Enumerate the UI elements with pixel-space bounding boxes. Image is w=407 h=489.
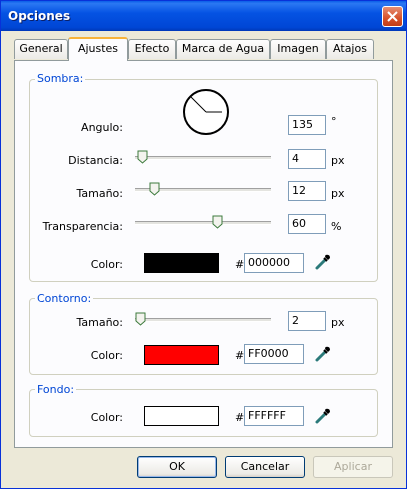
tab-imagen[interactable]: Imagen — [270, 39, 326, 59]
sombra-color-label: Color: — [90, 258, 123, 271]
tab-efecto[interactable]: Efecto — [128, 39, 176, 59]
window-title: Opciones — [8, 9, 71, 23]
angulo-label: Angulo: — [81, 121, 123, 134]
tamano-slider-thumb[interactable] — [149, 182, 160, 196]
distancia-label: Distancia: — [68, 154, 123, 167]
tab-atajos[interactable]: Atajos — [326, 39, 374, 59]
title-bar[interactable]: Opciones — [1, 1, 406, 31]
close-button[interactable] — [382, 6, 403, 27]
contorno-tamano-slider-thumb[interactable] — [135, 312, 146, 326]
transparencia-label: Transparencia: — [42, 220, 123, 233]
transparencia-input[interactable]: 60 — [288, 214, 326, 234]
apply-button[interactable]: Aplicar — [313, 456, 393, 478]
tamano-input[interactable]: 12 — [288, 181, 326, 201]
contorno-color-swatch[interactable] — [144, 345, 219, 365]
angulo-unit: ° — [331, 115, 337, 128]
cancel-button[interactable]: Cancelar — [225, 456, 305, 478]
tab-ajustes[interactable]: Ajustes — [68, 37, 128, 61]
angle-dial-icon[interactable] — [182, 88, 230, 136]
tamano-label: Tamaño: — [76, 187, 123, 200]
contorno-color-label: Color: — [90, 349, 123, 362]
sombra-color-hex-input[interactable]: 000000 — [244, 253, 304, 273]
fondo-color-label: Color: — [90, 411, 123, 424]
group-contorno-legend: Contorno: — [35, 292, 94, 305]
eyedropper-icon[interactable] — [314, 407, 332, 425]
eyedropper-icon[interactable] — [314, 345, 332, 363]
close-icon — [387, 11, 398, 22]
transparencia-slider-track[interactable] — [135, 221, 271, 225]
sombra-hash: # — [235, 258, 245, 271]
contorno-hash: # — [235, 349, 245, 362]
distancia-slider-track[interactable] — [135, 156, 271, 160]
distancia-slider-thumb[interactable] — [137, 150, 148, 164]
ok-button[interactable]: OK — [137, 456, 217, 478]
contorno-tamano-label: Tamaño: — [76, 316, 123, 329]
transparencia-unit: % — [331, 220, 342, 233]
distancia-input[interactable]: 4 — [288, 149, 326, 169]
tab-marca-de-agua[interactable]: Marca de Agua — [176, 39, 270, 59]
fondo-hash: # — [235, 411, 245, 424]
contorno-color-hex-input[interactable]: FF0000 — [244, 344, 304, 364]
distancia-unit: px — [331, 154, 345, 167]
contorno-tamano-slider-track[interactable] — [135, 318, 271, 322]
fondo-color-swatch[interactable] — [144, 406, 219, 426]
group-sombra-legend: Sombra: — [35, 72, 86, 85]
tab-general[interactable]: General — [14, 39, 68, 59]
group-fondo-legend: Fondo: — [35, 383, 77, 396]
tamano-unit: px — [331, 187, 345, 200]
contorno-tamano-unit: px — [331, 316, 345, 329]
angulo-input[interactable]: 135 — [288, 115, 326, 135]
eyedropper-icon[interactable] — [314, 253, 332, 271]
fondo-color-hex-input[interactable]: FFFFFF — [244, 406, 304, 426]
transparencia-slider-thumb[interactable] — [212, 215, 223, 229]
sombra-color-swatch[interactable] — [144, 253, 219, 273]
contorno-tamano-input[interactable]: 2 — [288, 311, 326, 331]
